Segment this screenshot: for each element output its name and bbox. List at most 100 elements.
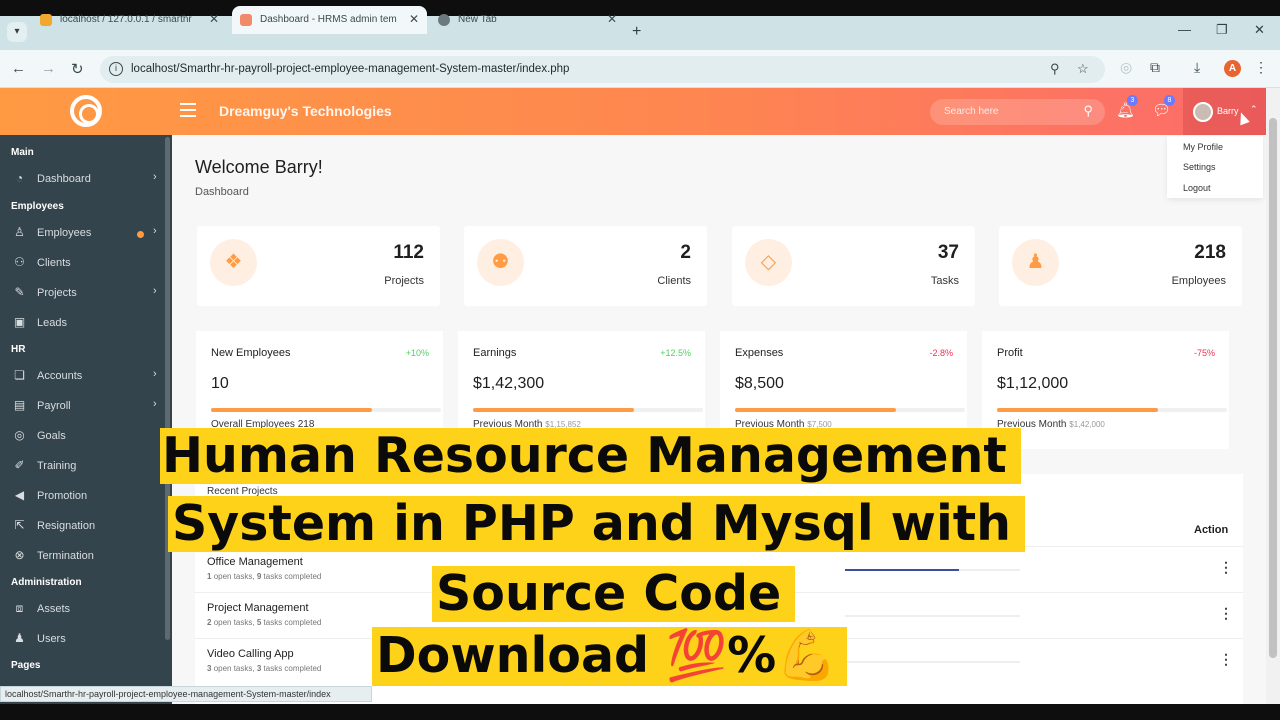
sidebar-section-pages: Pages <box>11 660 41 671</box>
sidebar-item-clients[interactable]: ⚇ Clients <box>0 251 165 275</box>
sidebar-item-promotion[interactable]: ◀ Promotion <box>0 484 165 508</box>
sidebar-section-hr: HR <box>11 344 26 355</box>
search-icon[interactable]: ⚲ <box>1083 103 1093 119</box>
progress-fill <box>845 569 959 571</box>
sidebar-scrollbar[interactable] <box>165 137 170 640</box>
breadcrumb[interactable]: Dashboard <box>195 186 249 198</box>
sidebar-item-users[interactable]: ♟ Users <box>0 627 165 651</box>
project-meta: 2 open tasks, 5 tasks completed <box>207 618 321 627</box>
progress-fill <box>473 408 634 412</box>
browser-toolbar: ← → ↻ i localhost/Smarthr-hr-payroll-pro… <box>0 50 1280 88</box>
sidebar: Main ◔ Dashboard › Employees ♙ Employees… <box>0 135 172 704</box>
open-count: 2 <box>207 618 212 627</box>
sidebar-item-termination[interactable]: ⊗ Termination <box>0 544 165 568</box>
extensions-puzzle-icon[interactable]: ⧉ <box>1150 59 1160 76</box>
header-search-input[interactable]: Search here ⚲ <box>930 99 1105 125</box>
finance-value: $1,42,300 <box>473 375 545 392</box>
close-icon[interactable]: ✕ <box>209 12 219 26</box>
project-name[interactable]: Video Calling App <box>207 648 294 660</box>
sidebar-item-assets[interactable]: ⧈ Assets <box>0 597 165 621</box>
diamond-icon: ◇ <box>745 239 792 286</box>
forward-arrow-icon[interactable]: → <box>41 60 56 77</box>
site-info-icon[interactable]: i <box>109 62 123 76</box>
stat-label: Projects <box>384 275 424 287</box>
more-menu-icon[interactable]: ⋮ <box>1254 59 1268 76</box>
megaphone-icon: ◀ <box>14 488 25 502</box>
browser-tab-phpmyadmin[interactable]: localhost / 127.0.0.1 / smarthr ✕ <box>32 6 227 34</box>
page-scrollbar[interactable] <box>1266 88 1280 704</box>
stat-card-clients[interactable]: ⚉ 2 Clients <box>464 226 707 306</box>
user-menu[interactable]: Barry ⌃ <box>1183 88 1266 135</box>
close-icon[interactable]: ✕ <box>409 12 419 26</box>
finance-change: -2.8% <box>929 348 953 358</box>
sidebar-item-training[interactable]: ✐ Training <box>0 454 165 478</box>
caption-line-2: System in PHP and Mysql with <box>168 496 1026 552</box>
sidebar-item-goals[interactable]: ◎ Goals <box>0 424 165 448</box>
menu-toggle-icon[interactable] <box>180 103 196 117</box>
stat-card-projects[interactable]: ❖ 112 Projects <box>197 226 440 306</box>
stat-label: Employees <box>1171 275 1226 287</box>
company-name: Dreamguy's Technologies <box>219 103 392 119</box>
sidebar-item-resignation[interactable]: ⇱ Resignation <box>0 514 165 538</box>
address-bar[interactable]: i localhost/Smarthr-hr-payroll-project-e… <box>100 56 1105 83</box>
external-link-icon: ⇱ <box>14 518 25 532</box>
restore-icon[interactable]: ❐ <box>1216 22 1228 38</box>
sidebar-item-payroll[interactable]: ▤ Payroll › <box>0 394 165 418</box>
progress-bar <box>211 408 441 412</box>
row-actions-menu-icon[interactable]: ⋮ <box>1219 605 1233 622</box>
sidebar-item-employees[interactable]: ♙ Employees › <box>0 221 165 245</box>
finance-value: $8,500 <box>735 375 784 392</box>
close-icon[interactable]: ✕ <box>607 12 617 26</box>
browser-tab-newtab[interactable]: New Tab ✕ <box>430 6 625 34</box>
sidebar-section-employees: Employees <box>11 201 64 212</box>
sidebar-item-label: Assets <box>37 603 71 615</box>
sidebar-section-administration: Administration <box>11 577 82 588</box>
profile-avatar[interactable]: A <box>1224 60 1241 77</box>
app-header: Dreamguy's Technologies Search here ⚲ 🔔︎… <box>0 88 1266 135</box>
open-tasks-label: open tasks, <box>213 618 255 627</box>
zoom-search-icon[interactable]: ⚲ <box>1050 61 1060 77</box>
caption-line-3: Source Code <box>432 566 796 622</box>
new-tab-button[interactable]: + <box>632 23 641 41</box>
settings-link[interactable]: Settings <box>1183 162 1216 172</box>
sidebar-item-projects[interactable]: ✎ Projects › <box>0 281 165 305</box>
scrollbar-thumb[interactable] <box>1269 118 1277 658</box>
shield-icon[interactable]: ◎ <box>1120 59 1132 76</box>
sidebar-item-leads[interactable]: ▣ Leads <box>0 311 165 335</box>
tab-search-button[interactable]: ▾ <box>7 22 27 42</box>
download-icon[interactable]: ⤓ <box>1194 59 1200 76</box>
browser-tab-dashboard[interactable]: Dashboard - HRMS admin tem ✕ <box>232 6 427 34</box>
sidebar-item-label: Resignation <box>37 520 96 532</box>
sidebar-item-label: Leads <box>37 317 67 329</box>
finance-subtext-value: $1,42,000 <box>1069 420 1105 429</box>
chevron-up-icon: ⌃ <box>1250 104 1258 114</box>
edit-icon: ✐ <box>14 458 25 472</box>
sidebar-item-dashboard[interactable]: ◔ Dashboard › <box>0 167 165 191</box>
logout-link[interactable]: Logout <box>1183 183 1211 193</box>
open-tasks-label: open tasks, <box>213 572 255 581</box>
finance-value: 10 <box>211 375 229 392</box>
back-arrow-icon[interactable]: ← <box>11 60 26 77</box>
project-progress-bar <box>845 661 1020 663</box>
row-actions-menu-icon[interactable]: ⋮ <box>1219 559 1233 576</box>
chevron-right-icon: › <box>153 171 157 183</box>
sidebar-item-accounts[interactable]: ❏ Accounts › <box>0 364 165 388</box>
reload-icon[interactable]: ↻ <box>71 60 84 78</box>
minimize-icon[interactable]: — <box>1178 22 1191 37</box>
tasks-completed-label: tasks completed <box>263 618 322 627</box>
stat-card-employees[interactable]: ♟ 218 Employees <box>999 226 1242 306</box>
project-name[interactable]: Office Management <box>207 556 303 568</box>
sidebar-item-label: Training <box>37 460 77 472</box>
company-logo-icon[interactable] <box>70 95 102 127</box>
my-profile-link[interactable]: My Profile <box>1183 142 1223 152</box>
bookmark-star-icon[interactable]: ☆ <box>1077 61 1089 77</box>
project-name[interactable]: Project Management <box>207 602 309 614</box>
project-progress-bar <box>845 569 1020 571</box>
finance-title: Earnings <box>473 347 517 359</box>
sidebar-section-main: Main <box>11 147 34 158</box>
finance-value: $1,12,000 <box>997 375 1069 392</box>
tasks-completed-label: tasks completed <box>263 664 322 673</box>
stat-card-tasks[interactable]: ◇ 37 Tasks <box>732 226 975 306</box>
row-actions-menu-icon[interactable]: ⋮ <box>1219 651 1233 668</box>
window-close-icon[interactable]: ✕ <box>1254 22 1265 38</box>
